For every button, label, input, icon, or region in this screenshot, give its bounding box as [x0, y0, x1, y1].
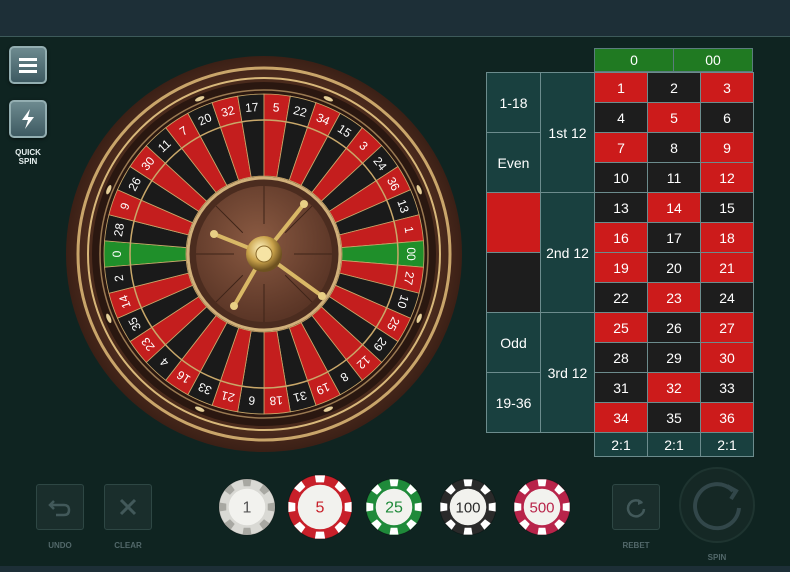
- bet-zero[interactable]: 0: [594, 48, 674, 72]
- clear-label: CLEAR: [114, 541, 142, 550]
- menu-button[interactable]: [9, 46, 47, 84]
- bet-number-17[interactable]: 17: [647, 222, 701, 253]
- bet-number-27[interactable]: 27: [700, 312, 754, 343]
- bet-number-11[interactable]: 11: [647, 162, 701, 193]
- bet-number-30[interactable]: 30: [700, 342, 754, 373]
- quick-spin-button[interactable]: [9, 100, 47, 138]
- bet-number-28[interactable]: 28: [594, 342, 648, 373]
- top-bar: [0, 0, 790, 37]
- bet-red[interactable]: [486, 192, 541, 253]
- roulette-wheel: 0289263011720 32 17 5 22 34153243613100271025…: [66, 56, 462, 452]
- wheel-pocket-number: 17: [245, 100, 260, 115]
- chip-500[interactable]: 500: [513, 478, 571, 536]
- bet-1st-12[interactable]: 1st 12: [540, 72, 595, 193]
- bet-number-15[interactable]: 15: [700, 192, 754, 223]
- rebet-label: REBET: [622, 541, 650, 550]
- chip-value: 5: [316, 500, 325, 517]
- wheel-pocket-number: 18: [269, 393, 284, 408]
- bet-number-8[interactable]: 8: [647, 132, 701, 163]
- bet-3rd-12[interactable]: 3rd 12: [540, 312, 595, 433]
- lightning-icon: [22, 109, 34, 129]
- bet-number-36[interactable]: 36: [700, 402, 754, 433]
- bet-number-9[interactable]: 9: [700, 132, 754, 163]
- bet-number-21[interactable]: 21: [700, 252, 754, 283]
- bet-2nd-12[interactable]: 2nd 12: [540, 192, 595, 313]
- chip-1[interactable]: 1: [218, 478, 276, 536]
- bet-number-7[interactable]: 7: [594, 132, 648, 163]
- chip-value: 500: [529, 500, 554, 517]
- wheel-pocket-number: 27: [401, 270, 417, 286]
- chip-100[interactable]: 100: [439, 478, 497, 536]
- betting-board: 0 00 1-18 Even Odd 19-36 1st 12 2nd 12 3…: [486, 48, 754, 458]
- chip-25[interactable]: 25: [365, 478, 423, 536]
- bet-number-34[interactable]: 34: [594, 402, 648, 433]
- bet-number-6[interactable]: 6: [700, 102, 754, 133]
- bet-double-zero[interactable]: 00: [673, 48, 753, 72]
- bet-number-22[interactable]: 22: [594, 282, 648, 313]
- rebet-icon: [626, 499, 646, 518]
- bet-number-13[interactable]: 13: [594, 192, 648, 223]
- bet-column-3[interactable]: 2:1: [700, 432, 754, 457]
- wheel-pocket-number: 28: [111, 222, 127, 238]
- wheel-pocket-number: 0: [110, 250, 124, 257]
- clear-button[interactable]: [104, 484, 152, 530]
- undo-icon: [48, 500, 71, 517]
- close-icon: [119, 498, 137, 516]
- bet-number-14[interactable]: 14: [647, 192, 701, 223]
- bet-number-2[interactable]: 2: [647, 72, 701, 103]
- undo-button[interactable]: [36, 484, 84, 530]
- bet-number-25[interactable]: 25: [594, 312, 648, 343]
- bet-number-29[interactable]: 29: [647, 342, 701, 373]
- bet-number-33[interactable]: 33: [700, 372, 754, 403]
- bet-number-31[interactable]: 31: [594, 372, 648, 403]
- bet-number-35[interactable]: 35: [647, 402, 701, 433]
- chip-value: 100: [455, 500, 480, 517]
- bet-odd[interactable]: Odd: [486, 312, 541, 373]
- bet-number-12[interactable]: 12: [700, 162, 754, 193]
- spin-button[interactable]: [678, 466, 756, 544]
- bet-even[interactable]: Even: [486, 132, 541, 193]
- spin-icon: [679, 467, 755, 543]
- bet-number-24[interactable]: 24: [700, 282, 754, 313]
- bet-number-5[interactable]: 5: [647, 102, 701, 133]
- bet-number-19[interactable]: 19: [594, 252, 648, 283]
- wheel-pocket-number: 00: [404, 247, 418, 261]
- rebet-button[interactable]: [612, 484, 660, 530]
- bet-column-2[interactable]: 2:1: [647, 432, 701, 457]
- bet-number-26[interactable]: 26: [647, 312, 701, 343]
- chip-value: 1: [243, 500, 252, 517]
- bet-19-36[interactable]: 19-36: [486, 372, 541, 433]
- bottom-bar: [0, 566, 790, 572]
- bet-number-18[interactable]: 18: [700, 222, 754, 253]
- bet-number-32[interactable]: 32: [647, 372, 701, 403]
- spin-label: SPIN: [707, 553, 727, 562]
- chip-value: 25: [385, 500, 403, 517]
- bet-1-18[interactable]: 1-18: [486, 72, 541, 133]
- bet-number-1[interactable]: 1: [594, 72, 648, 103]
- bet-column-1[interactable]: 2:1: [594, 432, 648, 457]
- bet-number-20[interactable]: 20: [647, 252, 701, 283]
- bet-number-3[interactable]: 3: [700, 72, 754, 103]
- quick-spin-label: QUICK SPIN: [15, 148, 41, 166]
- menu-icon: [19, 58, 37, 73]
- chip-5[interactable]: 5: [287, 474, 353, 540]
- undo-label: UNDO: [48, 541, 72, 550]
- bet-number-16[interactable]: 16: [594, 222, 648, 253]
- bet-black[interactable]: [486, 252, 541, 313]
- bet-number-4[interactable]: 4: [594, 102, 648, 133]
- bet-number-23[interactable]: 23: [647, 282, 701, 313]
- bet-number-10[interactable]: 10: [594, 162, 648, 193]
